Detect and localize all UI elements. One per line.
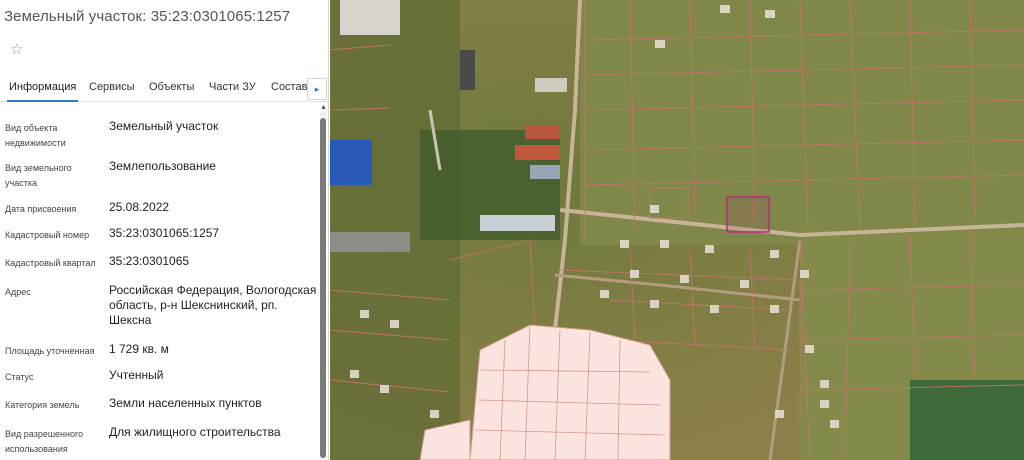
date-label: Дата присвоения <box>5 204 77 214</box>
favorite-star-icon[interactable]: ☆ <box>10 42 23 57</box>
building <box>340 0 400 35</box>
category-value: Земли населенных пунктов <box>109 396 262 410</box>
cadastral-number-label: Кадастровый номер <box>5 230 90 240</box>
land-type-value: Землепользование <box>109 159 216 173</box>
tab-parts[interactable]: Части ЗУ <box>209 81 256 93</box>
satellite-map[interactable] <box>330 0 1024 460</box>
selected-parcel[interactable] <box>726 196 770 233</box>
date-value: 25.08.2022 <box>109 200 170 214</box>
building <box>330 232 410 252</box>
blue-roof-building <box>330 140 372 185</box>
building <box>535 78 567 92</box>
address-label: Адрес <box>5 287 31 297</box>
building <box>480 215 555 231</box>
scroll-up-icon[interactable]: ▲ <box>320 104 327 111</box>
tab-info[interactable]: Информация <box>6 81 79 102</box>
scrollbar-thumb[interactable] <box>320 118 326 458</box>
status-value: Учтенный <box>109 368 164 382</box>
forest-patch-se <box>910 380 1024 460</box>
category-label: Категория земель <box>5 400 80 410</box>
building <box>525 125 560 139</box>
tabs-next-arrow-icon[interactable]: ▸ <box>307 78 327 100</box>
area-label: Площадь уточненная <box>5 346 95 356</box>
cadastral-quarter-label: Кадастровый квартал <box>5 258 96 268</box>
info-panel: Земельный участок: 35:23:0301065:1257 ☆ … <box>0 0 329 460</box>
tab-bar: Информация Сервисы Объекты Части ЗУ Сост… <box>0 74 328 102</box>
scrollbar[interactable] <box>320 112 326 460</box>
map-canvas[interactable] <box>330 0 1024 460</box>
building <box>530 165 560 179</box>
building <box>515 145 560 160</box>
field-area <box>580 0 1024 245</box>
page-title: Земельный участок: 35:23:0301065:1257 <box>4 8 291 25</box>
area-value: 1 729 кв. м <box>109 342 169 356</box>
tab-objects[interactable]: Объекты <box>149 81 194 93</box>
cadastral-quarter-value[interactable]: 35:23:0301065 <box>109 254 317 269</box>
object-type-label: Вид объекта недвижимости <box>5 123 66 148</box>
tab-services[interactable]: Сервисы <box>89 81 135 93</box>
address-value: Российская Федерация, Вологодская област… <box>109 283 317 327</box>
tab-composition[interactable]: Состав <box>271 81 307 93</box>
status-label: Статус <box>5 372 34 382</box>
cadastral-number-value[interactable]: 35:23:0301065:1257 <box>109 226 317 241</box>
permitted-use-value: Для жилищного строительства <box>109 425 281 439</box>
land-type-label: Вид земельного участка <box>5 163 72 188</box>
permitted-use-label: Вид разрешенного использования <box>5 429 84 454</box>
object-type-value: Земельный участок <box>109 119 219 133</box>
building <box>460 50 475 90</box>
